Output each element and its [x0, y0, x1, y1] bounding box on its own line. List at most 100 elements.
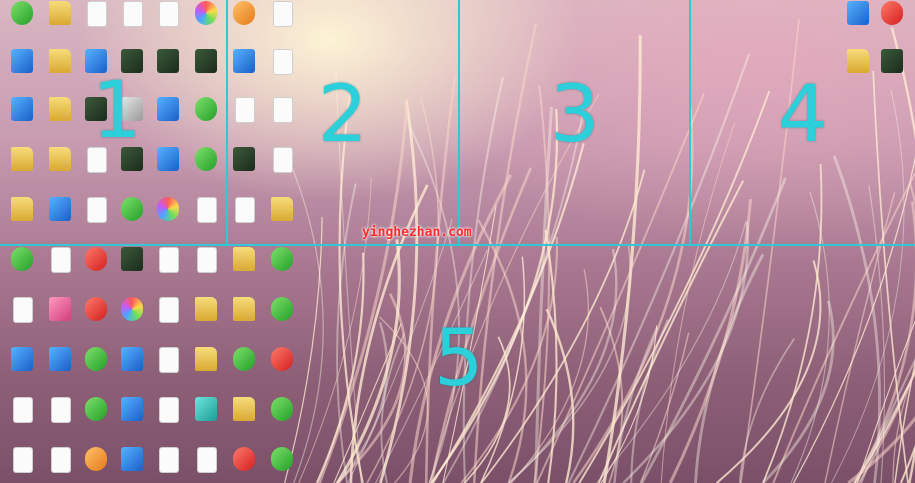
desktop-icon[interactable]: [40, 446, 80, 483]
desktop-icon-label: [186, 173, 226, 185]
desktop-icon-label: [262, 273, 302, 285]
desktop-icon[interactable]: [262, 48, 302, 96]
desktop-icon-label: [112, 273, 152, 285]
desktop-icon[interactable]: [224, 446, 264, 483]
desktop-icon[interactable]: [112, 0, 152, 48]
app-icon: [195, 49, 217, 73]
desktop-icon[interactable]: [224, 96, 264, 144]
desktop-icon[interactable]: [148, 296, 188, 344]
desktop-icon[interactable]: [186, 48, 226, 96]
desktop-icon[interactable]: [76, 446, 116, 483]
desktop-icon-label: [112, 223, 152, 235]
desktop-icon[interactable]: [112, 196, 152, 244]
desktop-icon[interactable]: [186, 0, 226, 48]
desktop-icon-label: [148, 373, 188, 385]
desktop-icon[interactable]: [112, 246, 152, 294]
desktop-icon[interactable]: [40, 246, 80, 294]
desktop-icon[interactable]: [40, 0, 80, 48]
desktop-icon[interactable]: [76, 0, 116, 48]
desktop-icon[interactable]: [224, 296, 264, 344]
desktop-icon[interactable]: [186, 396, 226, 444]
desktop-icon[interactable]: [148, 396, 188, 444]
desktop-icon[interactable]: [262, 146, 302, 194]
desktop-icon[interactable]: [148, 48, 188, 96]
desktop-icon[interactable]: [262, 0, 302, 48]
desktop-icon[interactable]: [148, 446, 188, 483]
document-icon: [51, 447, 71, 473]
desktop-icon[interactable]: [76, 196, 116, 244]
desktop-icon[interactable]: [2, 446, 42, 483]
desktop-icon[interactable]: [148, 0, 188, 48]
desktop-icon[interactable]: [2, 396, 42, 444]
desktop-icon[interactable]: [262, 246, 302, 294]
app-icon: [85, 347, 107, 371]
desktop-icon[interactable]: [76, 296, 116, 344]
document-icon: [273, 49, 293, 75]
desktop-icon[interactable]: [112, 446, 152, 483]
desktop-icon[interactable]: [112, 296, 152, 344]
desktop-icon[interactable]: [76, 346, 116, 394]
app-icon: [195, 397, 217, 421]
desktop-icon[interactable]: [148, 146, 188, 194]
desktop-icon[interactable]: [224, 246, 264, 294]
desktop-icon[interactable]: [40, 296, 80, 344]
zone-divider: [458, 0, 460, 246]
desktop-icon[interactable]: [112, 346, 152, 394]
app-icon: [195, 1, 217, 25]
desktop-icon[interactable]: [186, 246, 226, 294]
desktop-icon[interactable]: [40, 48, 80, 96]
app-icon: [49, 297, 71, 321]
desktop-icon[interactable]: [872, 0, 912, 48]
desktop-icon[interactable]: [2, 48, 42, 96]
desktop-icon[interactable]: [186, 446, 226, 483]
desktop-icon[interactable]: [76, 246, 116, 294]
desktop-icon[interactable]: [224, 48, 264, 96]
grass-blade: [622, 221, 750, 483]
desktop-icon[interactable]: [2, 96, 42, 144]
desktop-icon-label: [262, 473, 302, 483]
desktop-icon-label: [262, 323, 302, 335]
desktop-icon[interactable]: [148, 246, 188, 294]
desktop-icon[interactable]: [2, 196, 42, 244]
app-icon: [881, 1, 903, 25]
desktop-icon[interactable]: [186, 146, 226, 194]
desktop-icon[interactable]: [2, 346, 42, 394]
desktop-icon[interactable]: [76, 396, 116, 444]
desktop-icon[interactable]: [2, 146, 42, 194]
desktop-icon[interactable]: [186, 196, 226, 244]
desktop-icon-label: [224, 173, 264, 185]
desktop-icon[interactable]: [262, 96, 302, 144]
desktop-icon[interactable]: [224, 346, 264, 394]
app-icon: [121, 347, 143, 371]
desktop-icon[interactable]: [224, 0, 264, 48]
desktop-icon[interactable]: [262, 296, 302, 344]
desktop-icon[interactable]: [40, 146, 80, 194]
desktop-icon[interactable]: [262, 196, 302, 244]
desktop-icon[interactable]: [262, 446, 302, 483]
app-icon: [157, 147, 179, 171]
desktop-icon[interactable]: [2, 0, 42, 48]
desktop-icon[interactable]: [262, 346, 302, 394]
desktop-icon[interactable]: [186, 96, 226, 144]
desktop-icon-label: [224, 223, 264, 235]
desktop-icon[interactable]: [40, 196, 80, 244]
desktop-icon-label: [262, 27, 302, 39]
desktop-icon[interactable]: [148, 346, 188, 394]
desktop-icon[interactable]: [224, 196, 264, 244]
desktop-icon[interactable]: [2, 246, 42, 294]
desktop-icon[interactable]: [2, 296, 42, 344]
desktop-icon[interactable]: [186, 296, 226, 344]
desktop-icon[interactable]: [148, 196, 188, 244]
app-icon: [271, 397, 293, 421]
desktop-icon[interactable]: [148, 96, 188, 144]
desktop-icon-label: [112, 323, 152, 335]
desktop-icon[interactable]: [186, 346, 226, 394]
desktop-icon[interactable]: [40, 396, 80, 444]
desktop-icon[interactable]: [224, 396, 264, 444]
desktop-icon[interactable]: [40, 96, 80, 144]
desktop-icon[interactable]: [872, 48, 912, 96]
desktop-icon[interactable]: [40, 346, 80, 394]
desktop-icon[interactable]: [112, 396, 152, 444]
desktop-icon[interactable]: [224, 146, 264, 194]
desktop-icon[interactable]: [262, 396, 302, 444]
